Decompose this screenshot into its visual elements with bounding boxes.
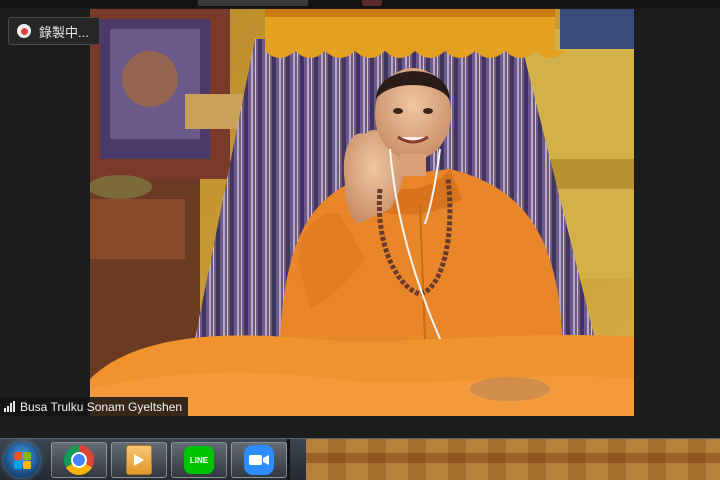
windows-taskbar: LINE [0, 438, 720, 480]
line-icon-text: LINE [189, 455, 209, 465]
taskbar-line-button[interactable]: LINE [171, 442, 227, 478]
zoom-icon [244, 445, 274, 475]
top-toolbar-item [198, 0, 308, 6]
taskbar-media-player-button[interactable] [111, 442, 167, 478]
chrome-icon [64, 445, 94, 475]
participant-name: Busa Trulku Sonam Gyeltshen [20, 399, 183, 414]
top-toolbar-strip [0, 0, 720, 8]
top-toolbar-item [362, 0, 382, 6]
signal-strength-icon [4, 401, 15, 412]
taskbar-divider [287, 439, 290, 480]
show-desktop-area[interactable] [306, 439, 720, 480]
line-icon: LINE [184, 446, 214, 474]
participant-video[interactable] [90, 9, 634, 416]
recording-indicator[interactable]: 錄製中... [8, 17, 100, 45]
participant-name-label: Busa Trulku Sonam Gyeltshen [0, 397, 189, 416]
recording-label: 錄製中... [39, 24, 89, 40]
taskbar-zoom-button[interactable] [231, 442, 287, 478]
media-player-icon [126, 445, 152, 475]
record-icon [17, 24, 31, 38]
taskbar-chrome-button[interactable] [51, 442, 107, 478]
video-frame [90, 9, 634, 416]
start-button[interactable] [4, 442, 40, 478]
